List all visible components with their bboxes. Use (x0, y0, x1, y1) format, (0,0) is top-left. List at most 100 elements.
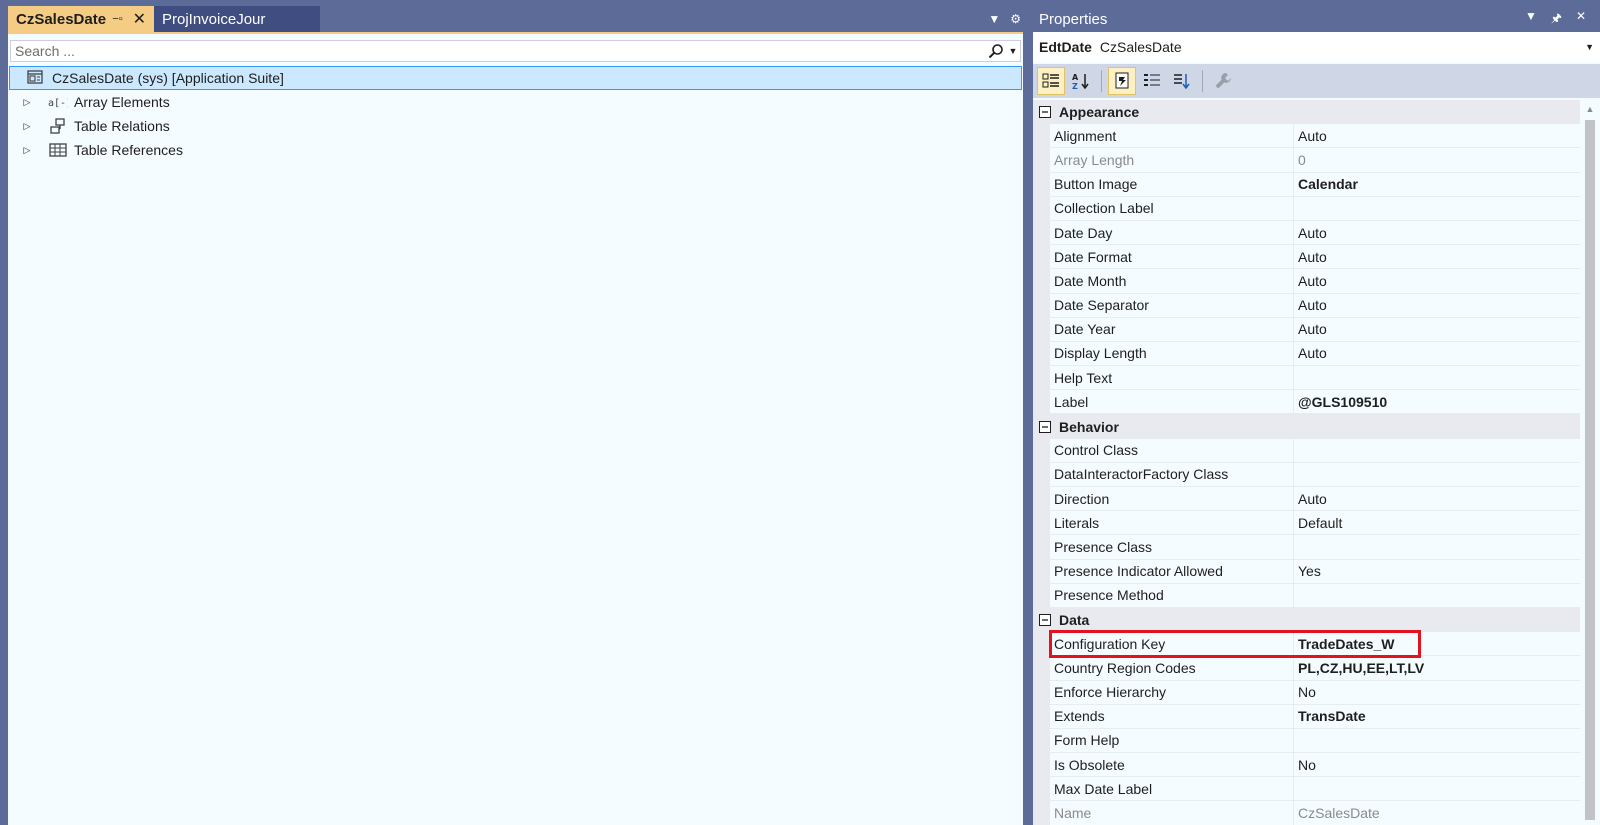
property-value[interactable]: TradeDates_W (1294, 632, 1580, 655)
property-row-configuration-key[interactable]: Configuration Key TradeDates_W (1033, 629, 1580, 658)
property-value[interactable]: Auto (1294, 245, 1580, 268)
property-name: Date Separator (1050, 293, 1294, 317)
property-value[interactable] (1294, 366, 1580, 389)
property-row-label[interactable]: Label @GLS109510 (1033, 390, 1580, 415)
sort-button[interactable] (1168, 67, 1196, 95)
property-value[interactable] (1294, 584, 1580, 607)
expand-arrow-icon[interactable]: ▷ (20, 121, 34, 132)
pin-icon[interactable]: 🖈︎ (1551, 9, 1562, 30)
property-row-literals[interactable]: Literals Default (1033, 511, 1580, 536)
property-value[interactable]: No (1294, 681, 1580, 704)
categorized-button[interactable] (1037, 67, 1065, 95)
property-row-name[interactable]: Name CzSalesDate (1033, 801, 1580, 825)
properties-scrollbar[interactable]: ▲ (1580, 100, 1600, 825)
property-row-date-month[interactable]: Date Month Auto (1033, 269, 1580, 294)
array-elements-icon: a[-] (48, 94, 68, 110)
scrollbar-thumb[interactable] (1585, 120, 1595, 820)
property-value[interactable]: Auto (1294, 487, 1580, 510)
property-row-form-help[interactable]: Form Help (1033, 728, 1580, 754)
chevron-down-icon[interactable]: ▼ (1585, 42, 1600, 52)
property-value[interactable] (1294, 463, 1580, 486)
property-value[interactable] (1294, 729, 1580, 752)
property-row-enforce-hierarchy[interactable]: Enforce Hierarchy No (1033, 680, 1580, 705)
property-value[interactable]: Calendar (1294, 173, 1580, 196)
property-row-presence-method[interactable]: Presence Method (1033, 583, 1580, 608)
property-row-display-length[interactable]: Display Length Auto (1033, 341, 1580, 367)
category-data[interactable]: Data (1033, 607, 1580, 633)
property-tools-button[interactable] (1209, 67, 1237, 95)
gear-icon[interactable]: ⚙ (1010, 12, 1021, 26)
expand-arrow-icon[interactable]: ▷ (20, 97, 34, 108)
row-gutter (1033, 583, 1050, 607)
property-row-direction[interactable]: Direction Auto (1033, 487, 1580, 512)
row-gutter (1033, 728, 1050, 753)
property-value[interactable]: PL,CZ,HU,EE,LT,LV (1294, 656, 1580, 679)
search-icon[interactable] (986, 41, 1006, 61)
property-name: Configuration Key (1050, 632, 1294, 656)
property-value[interactable]: No (1294, 753, 1580, 776)
pin-icon[interactable]: −▫ (112, 13, 122, 25)
properties-button[interactable] (1108, 67, 1136, 95)
expand-arrow-icon[interactable]: ▷ (20, 145, 34, 156)
row-gutter (1033, 317, 1050, 341)
property-value[interactable] (1294, 777, 1580, 800)
tab-projinvoicejour[interactable]: ProjInvoiceJour (154, 6, 320, 32)
property-row-date-separator[interactable]: Date Separator Auto (1033, 293, 1580, 318)
tree-node-table-relations[interactable]: ▷ Table Relations (8, 114, 1023, 138)
property-row-max-date-label[interactable]: Max Date Label (1033, 777, 1580, 802)
collapse-icon[interactable] (1037, 105, 1053, 119)
property-row-is-obsolete[interactable]: Is Obsolete No (1033, 753, 1580, 778)
scroll-up-arrow-icon[interactable]: ▲ (1580, 100, 1600, 118)
chevron-down-icon[interactable]: ▼ (1525, 9, 1537, 30)
property-value[interactable]: 0 (1294, 148, 1580, 171)
search-input[interactable] (11, 41, 986, 61)
property-value[interactable]: Auto (1294, 269, 1580, 292)
property-value[interactable] (1294, 439, 1580, 462)
property-row-date-format[interactable]: Date Format Auto (1033, 245, 1580, 270)
property-row-button-image[interactable]: Button Image Calendar (1033, 172, 1580, 197)
tree-node-array-elements[interactable]: ▷ a[-] Array Elements (8, 90, 1023, 114)
property-value[interactable]: Auto (1294, 318, 1580, 341)
property-row-control-class[interactable]: Control Class (1033, 438, 1580, 463)
category-behavior[interactable]: Behavior (1033, 414, 1580, 439)
property-name: Name (1050, 801, 1294, 825)
property-value[interactable]: Default (1294, 511, 1580, 534)
object-selector[interactable]: EdtDate CzSalesDate ▼ (1033, 32, 1600, 62)
property-row-date-day[interactable]: Date Day Auto (1033, 220, 1580, 246)
property-row-alignment[interactable]: Alignment Auto (1033, 124, 1580, 149)
property-value[interactable]: Auto (1294, 221, 1580, 244)
property-row-help-text[interactable]: Help Text (1033, 366, 1580, 391)
property-row-array-length[interactable]: Array Length 0 (1033, 148, 1580, 173)
row-gutter (1033, 559, 1050, 583)
property-value[interactable]: Auto (1294, 294, 1580, 317)
property-row-collection-label[interactable]: Collection Label (1033, 196, 1580, 221)
property-value[interactable]: Auto (1294, 124, 1580, 147)
property-value[interactable] (1294, 535, 1580, 558)
property-row-presence-indicator-allowed[interactable]: Presence Indicator Allowed Yes (1033, 559, 1580, 584)
property-value[interactable]: Auto (1294, 342, 1580, 365)
property-name: Presence Method (1050, 583, 1294, 607)
property-name: Presence Indicator Allowed (1050, 559, 1294, 583)
property-value[interactable]: Yes (1294, 560, 1580, 583)
chevron-down-icon[interactable]: ▼ (988, 12, 1000, 26)
category-appearance[interactable]: Appearance (1033, 100, 1580, 125)
alphabetical-button[interactable]: AZ (1067, 67, 1095, 95)
tree-root-node[interactable]: CzSalesDate (sys) [Application Suite] (9, 66, 1022, 90)
property-value[interactable] (1294, 197, 1580, 220)
property-row-date-year[interactable]: Date Year Auto (1033, 317, 1580, 342)
property-row-extends[interactable]: Extends TransDate (1033, 704, 1580, 729)
property-row-country-region-codes[interactable]: Country Region Codes PL,CZ,HU,EE,LT,LV (1033, 656, 1580, 681)
search-options-dropdown-icon[interactable]: ▼ (1006, 41, 1020, 61)
collapse-icon[interactable] (1037, 420, 1053, 434)
property-row-datainteractorfactory-class[interactable]: DataInteractorFactory Class (1033, 462, 1580, 487)
property-value[interactable]: @GLS109510 (1294, 390, 1580, 413)
property-row-presence-class[interactable]: Presence Class (1033, 535, 1580, 560)
tab-czsalesdate[interactable]: CzSalesDate −▫ ✕ (8, 6, 154, 32)
close-icon[interactable]: ✕ (133, 9, 146, 29)
property-value[interactable]: CzSalesDate (1294, 801, 1580, 824)
tree-node-table-references[interactable]: ▷ Table References (8, 138, 1023, 162)
events-button[interactable] (1138, 67, 1166, 95)
close-icon[interactable]: ✕ (1576, 9, 1586, 30)
collapse-icon[interactable] (1037, 613, 1053, 627)
property-value[interactable]: TransDate (1294, 705, 1580, 728)
